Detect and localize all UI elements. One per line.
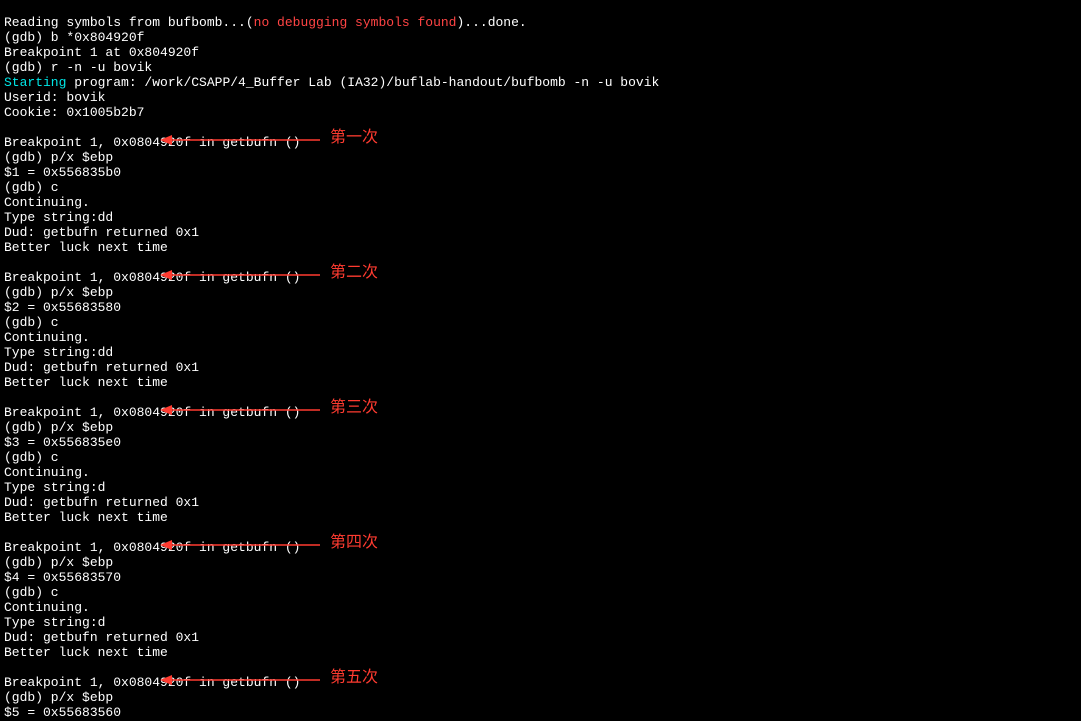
terminal-line: Cookie: 0x1005b2b7 (4, 105, 144, 120)
terminal-line: (gdb) b *0x804920f (4, 30, 144, 45)
terminal-line: (gdb) r -n -u bovik (4, 60, 152, 75)
terminal-line: Breakpoint 1, 0x0804920f in getbufn () (4, 675, 300, 690)
terminal-output[interactable]: Reading symbols from bufbomb...(no debug… (0, 0, 1081, 721)
terminal-line: Continuing. (4, 195, 90, 210)
terminal-line: Better luck next time (4, 240, 168, 255)
terminal-line: Better luck next time (4, 510, 168, 525)
terminal-line: (gdb) p/x $ebp (4, 150, 113, 165)
terminal-line: Breakpoint 1, 0x0804920f in getbufn () (4, 270, 300, 285)
terminal-line: $1 = 0x556835b0 (4, 165, 121, 180)
terminal-line: Dud: getbufn returned 0x1 (4, 630, 199, 645)
partial-line: Reading symbols from bufbomb...(no debug… (4, 15, 527, 30)
terminal-line: Continuing. (4, 465, 90, 480)
terminal-line: (gdb) p/x $ebp (4, 690, 113, 705)
terminal-line: Breakpoint 1, 0x0804920f in getbufn () (4, 135, 300, 150)
terminal-line: (gdb) p/x $ebp (4, 420, 113, 435)
terminal-line: Continuing. (4, 330, 90, 345)
terminal-line: Better luck next time (4, 645, 168, 660)
terminal-line: Dud: getbufn returned 0x1 (4, 495, 199, 510)
terminal-line: Breakpoint 1, 0x0804920f in getbufn () (4, 540, 300, 555)
terminal-line: Better luck next time (4, 375, 168, 390)
terminal-line: $2 = 0x55683580 (4, 300, 121, 315)
terminal-line: Type string:d (4, 615, 105, 630)
terminal-line: Continuing. (4, 600, 90, 615)
terminal-line: Dud: getbufn returned 0x1 (4, 225, 199, 240)
terminal-line: Breakpoint 1, 0x0804920f in getbufn () (4, 405, 300, 420)
terminal-line: (gdb) p/x $ebp (4, 555, 113, 570)
terminal-line: Type string:dd (4, 210, 113, 225)
terminal-line: Type string:dd (4, 345, 113, 360)
terminal-line: $5 = 0x55683560 (4, 705, 121, 720)
terminal-line: (gdb) c (4, 315, 59, 330)
terminal-line: Starting program: /work/CSAPP/4_Buffer L… (4, 75, 659, 90)
terminal-line: Type string:d (4, 480, 105, 495)
terminal-line: (gdb) p/x $ebp (4, 285, 113, 300)
terminal-line: Dud: getbufn returned 0x1 (4, 360, 199, 375)
terminal-line: $3 = 0x556835e0 (4, 435, 121, 450)
terminal-line: (gdb) c (4, 450, 59, 465)
terminal-line: Breakpoint 1 at 0x804920f (4, 45, 199, 60)
terminal-line: (gdb) c (4, 585, 59, 600)
terminal-line: (gdb) c (4, 180, 59, 195)
terminal-line: Userid: bovik (4, 90, 105, 105)
terminal-line: $4 = 0x55683570 (4, 570, 121, 585)
